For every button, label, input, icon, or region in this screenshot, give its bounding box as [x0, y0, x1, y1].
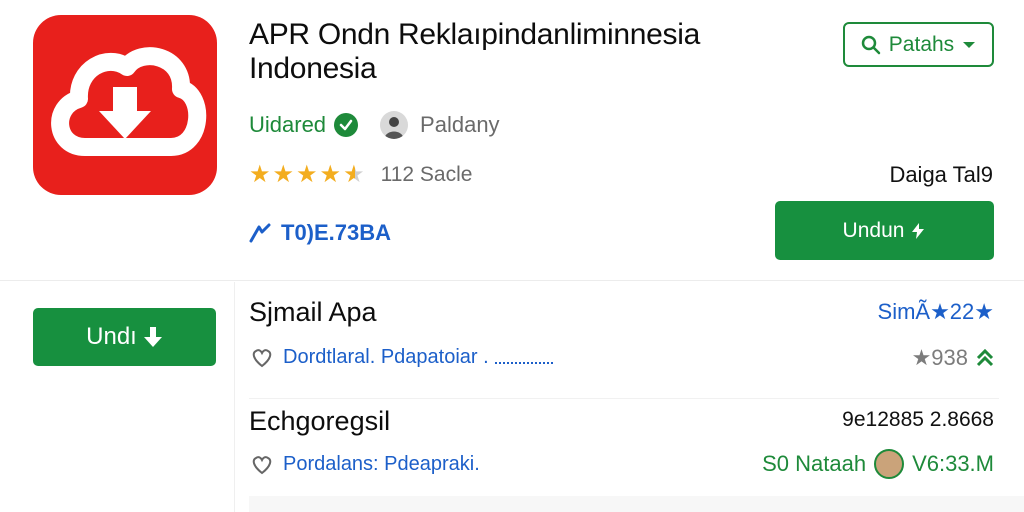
- check-circle-icon: [334, 113, 359, 137]
- list-item-subtitle-text: Dordtlaral. Pdapatoiar .: [283, 346, 489, 368]
- heart-icon[interactable]: [251, 455, 273, 475]
- data-label: Daiga Tal9: [889, 162, 993, 187]
- star-half-icon: ★: [343, 161, 365, 188]
- publisher-name: Paldany: [420, 112, 500, 137]
- list-item-meta-value: V6:33.M: [912, 451, 994, 476]
- download-label: Undun: [842, 218, 905, 242]
- heart-icon[interactable]: [251, 348, 273, 368]
- arrow-icon: [249, 223, 271, 243]
- publisher-avatar: [380, 111, 409, 139]
- filter-label: Patahs: [888, 32, 955, 56]
- star-icon: ★: [319, 161, 342, 188]
- developer-row: Uidared Paldany: [249, 110, 500, 140]
- section-divider: [0, 280, 1024, 281]
- developer-name[interactable]: Uidared: [249, 112, 326, 138]
- star-icon: ★: [296, 161, 318, 188]
- download-arrow-icon: [143, 327, 162, 347]
- rating-row: ★ ★ ★ ★ ★ 112 Sacle: [249, 160, 472, 190]
- chevron-down-icon: [963, 41, 976, 48]
- list-item-title[interactable]: Echgoregsil: [249, 406, 390, 437]
- bottom-band: [249, 496, 1024, 512]
- list-item-subtitle: Pordalans: Pdeapraki.: [251, 453, 480, 476]
- list-item-stat-text: ★938: [911, 345, 968, 370]
- star-icon: ★: [249, 161, 271, 188]
- list-item-right-text: 9e12885 2.8668: [842, 408, 994, 431]
- filter-dropdown[interactable]: Patahs: [843, 22, 994, 67]
- bolt-icon: [912, 222, 925, 239]
- download-button[interactable]: Undun: [775, 201, 994, 260]
- sidebar-download-label: Undı: [86, 323, 137, 350]
- row-divider: [249, 398, 999, 399]
- list-item-subtitle-text: Pordalans: Pdeapraki.: [283, 453, 480, 475]
- list-item-title[interactable]: Sjmail Apa: [249, 297, 377, 328]
- search-icon: [861, 35, 881, 54]
- size-row: T0)E.73BA: [249, 220, 391, 246]
- dotted-line: [494, 352, 553, 364]
- size-text: T0)E.73BA: [281, 220, 392, 245]
- rating-count: 112 Sacle: [380, 163, 473, 186]
- list-item-stat: ★938: [912, 345, 994, 371]
- list-item-right-text: SimÃ★22★: [877, 299, 994, 324]
- sidebar-download-button[interactable]: Undı: [33, 308, 216, 366]
- avatar: [874, 449, 905, 479]
- app-logo-icon: [33, 15, 217, 195]
- star-rating: ★ ★ ★ ★ ★: [249, 163, 365, 187]
- app-title: APR Ondn Reklaıpindanliminnesia Indonesi…: [249, 18, 700, 85]
- list-item-meta: S0 Nataah V6:33.M: [762, 449, 994, 479]
- list-item-subtitle: Dordtlaral. Pdapatoiar .: [251, 346, 553, 369]
- chevrons-up-icon: [976, 348, 994, 367]
- column-divider: [234, 282, 235, 512]
- star-icon: ★: [272, 161, 295, 188]
- list-item-meta-label: S0 Nataah: [762, 451, 867, 476]
